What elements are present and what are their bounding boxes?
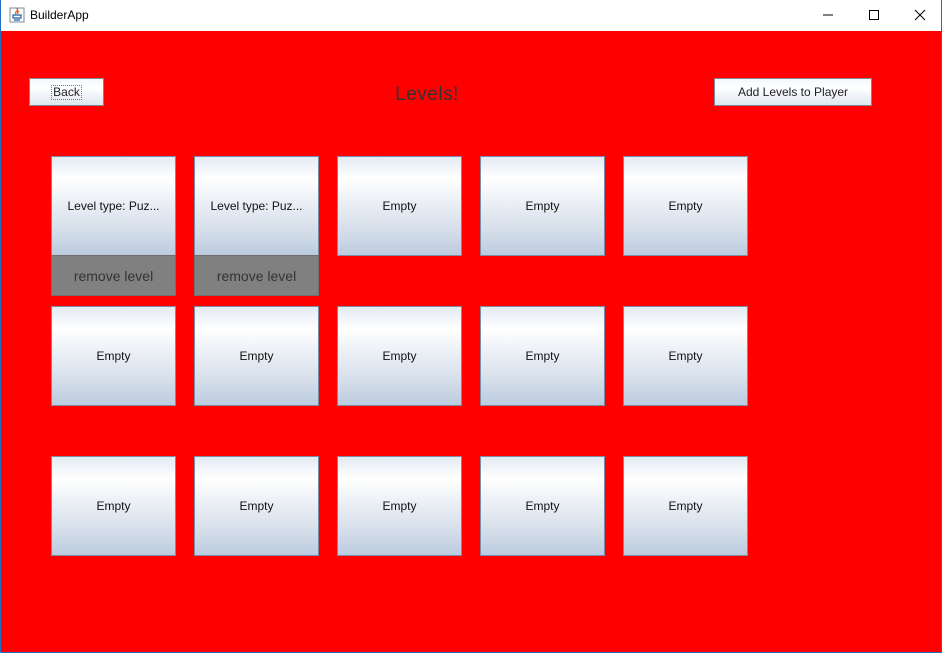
- window-title: BuilderApp: [30, 8, 89, 22]
- level-slot-2-5[interactable]: Empty: [623, 306, 748, 406]
- remove-level-button-2[interactable]: remove level: [194, 255, 319, 296]
- title-bar[interactable]: BuilderApp: [1, 0, 941, 31]
- level-slot-3-3[interactable]: Empty: [337, 456, 462, 556]
- levels-panel: Back Levels! Add Levels to Player Level …: [1, 31, 941, 652]
- maximize-button[interactable]: [851, 0, 897, 31]
- level-slot-2-1[interactable]: Empty: [51, 306, 176, 406]
- remove-level-button-1[interactable]: remove level: [51, 255, 176, 296]
- add-levels-to-player-button[interactable]: Add Levels to Player: [714, 78, 872, 106]
- level-slot-3-2[interactable]: Empty: [194, 456, 319, 556]
- level-slot-1-5[interactable]: Empty: [623, 156, 748, 256]
- level-slot-3-1[interactable]: Empty: [51, 456, 176, 556]
- level-slot-3-5[interactable]: Empty: [623, 456, 748, 556]
- minimize-button[interactable]: [805, 0, 851, 31]
- level-slot-2-4[interactable]: Empty: [480, 306, 605, 406]
- back-button[interactable]: Back: [29, 78, 104, 106]
- close-icon: [914, 6, 926, 25]
- level-slot-3-4[interactable]: Empty: [480, 456, 605, 556]
- close-button[interactable]: [897, 0, 942, 31]
- java-coffee-cup-icon: [9, 7, 25, 23]
- minimize-icon: [822, 6, 834, 25]
- page-title: Levels!: [395, 84, 459, 105]
- builder-app-window: BuilderApp Back Levels! Add Levels to Pl…: [0, 0, 942, 653]
- back-button-label: Back: [51, 84, 82, 100]
- maximize-icon: [868, 6, 880, 25]
- level-slot-1-2[interactable]: Level type: Puz...: [194, 156, 319, 256]
- level-slot-2-3[interactable]: Empty: [337, 306, 462, 406]
- level-slot-1-3[interactable]: Empty: [337, 156, 462, 256]
- level-slot-1-4[interactable]: Empty: [480, 156, 605, 256]
- level-slot-2-2[interactable]: Empty: [194, 306, 319, 406]
- level-slot-1-1[interactable]: Level type: Puz...: [51, 156, 176, 256]
